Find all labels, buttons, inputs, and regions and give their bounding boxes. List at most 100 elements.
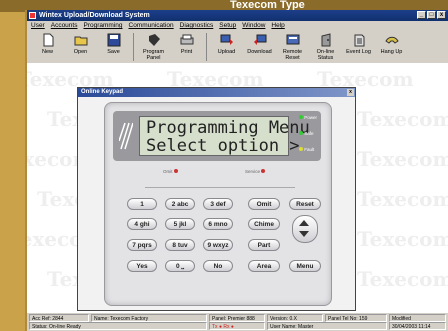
status-name: Name: Texecom Factory [91, 314, 207, 322]
dialog-close-button[interactable]: x [347, 89, 354, 96]
key-area[interactable]: Area [248, 260, 280, 272]
menu-window[interactable]: Window [242, 21, 265, 31]
indicator-safe: Safe [299, 131, 314, 136]
key-omit[interactable]: Omit [248, 198, 280, 210]
online-status-button[interactable]: On-line Status [309, 31, 342, 63]
printer-icon [180, 34, 193, 45]
toolbar-separator [206, 33, 207, 61]
status-panel-tel: Panel Tel No: 159 [325, 314, 387, 322]
menu-communication[interactable]: Communication [129, 21, 174, 31]
key-reset[interactable]: Reset [289, 198, 321, 210]
remote-reset-button[interactable]: Remote Reset [276, 31, 309, 63]
key-6[interactable]: 6 mno [203, 218, 233, 230]
open-button[interactable]: Open [64, 31, 97, 63]
status-user: User Name: Master [267, 322, 387, 330]
download-button[interactable]: Download [243, 31, 276, 63]
status-panel: Panel: Premier 888 [209, 314, 265, 322]
upload-icon [220, 34, 233, 45]
omit-indicator: Omit [163, 169, 178, 174]
online-status-icon [321, 33, 330, 47]
key-chime[interactable]: Chime [248, 218, 280, 230]
omit-led-icon [173, 169, 178, 173]
key-3[interactable]: 3 def [203, 198, 233, 210]
online-keypad-dialog: Online Keypad x Programming Menu Select … [77, 87, 356, 311]
key-1[interactable]: 1 [127, 198, 157, 210]
key-2[interactable]: 2 abc [165, 198, 195, 210]
keypad-panel: Programming Menu Select option > Power S… [104, 102, 332, 306]
menu-setup[interactable]: Setup [219, 21, 236, 31]
power-led-icon [299, 115, 303, 119]
watermark-text: Texecom [357, 267, 448, 291]
watermark-text: Texecom [357, 147, 448, 171]
program-panel-icon [148, 34, 160, 46]
key-7[interactable]: 7 pqrs [127, 239, 157, 251]
safe-led-icon [299, 131, 303, 135]
key-5[interactable]: 5 jkl [165, 218, 195, 230]
close-button[interactable]: x [437, 11, 446, 19]
keypad-logo-stripes [119, 122, 133, 150]
dialog-title: Online Keypad [81, 89, 124, 95]
lcd-line-1: Programming Menu [146, 118, 310, 138]
menu-diagnostics[interactable]: Diagnostics [180, 21, 214, 31]
watermark-text: Texecom [357, 227, 448, 251]
menu-accounts[interactable]: Accounts [51, 21, 78, 31]
menu-user[interactable]: User [31, 21, 45, 31]
menu-programming[interactable]: Programming [83, 21, 122, 31]
status-connection: Status: On-line Ready [29, 322, 207, 330]
watermark-text: Texecom [357, 107, 448, 131]
status-modified: Modified [389, 314, 446, 322]
hang-up-button[interactable]: Hang Up [375, 31, 408, 63]
toolbar-separator [133, 33, 134, 61]
remote-reset-icon [286, 34, 299, 45]
save-icon [107, 33, 120, 47]
status-acc-ref: Acc Ref: 2844 [29, 314, 89, 322]
status-bar: Acc Ref: 2844 Name: Texecom Factory Pane… [27, 313, 448, 331]
fault-led-icon [299, 147, 303, 151]
service-indicator: Service [245, 169, 266, 174]
status-version: Version: 0.X [267, 314, 323, 322]
key-yes[interactable]: Yes [127, 260, 157, 272]
application-window: Wintex Upload/Download System _ □ x User… [27, 10, 448, 331]
scroll-navigator[interactable] [292, 215, 318, 243]
key-0[interactable]: 0 ⎵ [165, 260, 195, 272]
program-panel-button[interactable]: Program Panel [137, 31, 170, 63]
save-button[interactable]: Save [97, 31, 130, 63]
key-part[interactable]: Part [248, 239, 280, 251]
key-9[interactable]: 9 wxyz [203, 239, 233, 251]
download-icon [253, 34, 266, 45]
arrow-down-icon[interactable] [299, 231, 309, 237]
dialog-title-bar: Online Keypad x [78, 88, 355, 97]
key-8[interactable]: 8 tuv [165, 239, 195, 251]
event-log-icon [354, 34, 364, 47]
menu-bar: User Accounts Programming Communication … [27, 21, 448, 31]
title-bar: Wintex Upload/Download System _ □ x [27, 10, 448, 21]
status-datetime: 30/04/2003 11:14 [389, 322, 446, 330]
arrow-up-icon[interactable] [299, 220, 309, 226]
service-led-icon [261, 169, 266, 173]
display-housing: Programming Menu Select option > Power S… [113, 111, 321, 161]
status-tx-rx: Tx ● Rx ● [209, 322, 265, 330]
indicator-power: Power [299, 115, 317, 120]
workspace: Texecom Texecom Texecom Texecom Texecom … [27, 63, 448, 313]
menu-help[interactable]: Help [271, 21, 284, 31]
window-title: Wintex Upload/Download System [39, 12, 150, 19]
watermark-text: Texecom [357, 187, 448, 211]
maximize-button[interactable]: □ [427, 11, 436, 19]
event-log-button[interactable]: Event Log [342, 31, 375, 63]
key-menu[interactable]: Menu [289, 260, 321, 272]
lcd-line-2: Select option > [146, 136, 300, 156]
hang-up-icon [384, 36, 399, 44]
toolbar: New Open Save Program Panel Print Upload… [27, 31, 448, 64]
minimize-button[interactable]: _ [417, 11, 426, 19]
keypad-divider [145, 187, 295, 188]
key-4[interactable]: 4 ghi [127, 218, 157, 230]
key-no[interactable]: No [203, 260, 233, 272]
indicator-fault: Fault [299, 147, 314, 152]
upload-button[interactable]: Upload [210, 31, 243, 63]
new-button[interactable]: New [31, 31, 64, 63]
lcd-display: Programming Menu Select option > [139, 116, 310, 156]
new-document-icon [43, 33, 53, 47]
print-button[interactable]: Print [170, 31, 203, 63]
folder-icon [74, 36, 87, 46]
app-icon [29, 12, 36, 19]
